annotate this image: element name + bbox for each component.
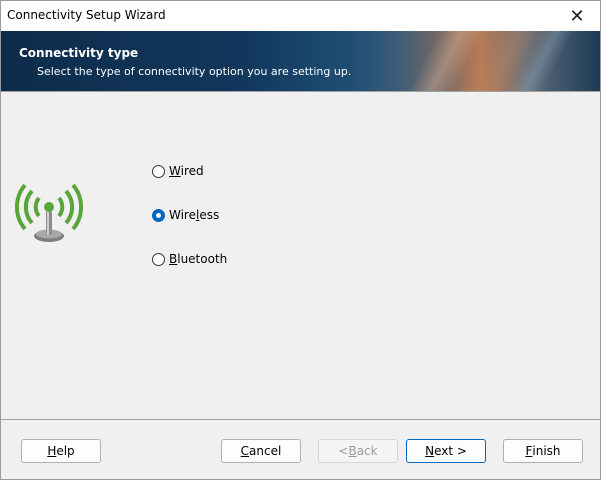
help-button[interactable]: Help	[21, 439, 101, 463]
title-bar: Connectivity Setup Wizard ✕	[1, 1, 600, 31]
radio-button[interactable]	[152, 164, 165, 178]
banner-subtitle: Select the type of connectivity option y…	[37, 65, 352, 78]
divider	[1, 91, 600, 92]
back-button[interactable]: < Back	[318, 439, 398, 463]
close-icon[interactable]: ✕	[554, 1, 600, 31]
banner-heading: Connectivity type	[19, 46, 139, 60]
finish-button[interactable]: Finish	[503, 439, 583, 463]
header-banner: Connectivity type Select the type of con…	[1, 31, 600, 91]
radio-label-bluetooth: Bluetooth	[169, 252, 228, 266]
radio-bluetooth[interactable]: Bluetooth	[152, 252, 227, 266]
cancel-button[interactable]: Cancel	[221, 439, 301, 463]
wizard-window: Connectivity Setup Wizard ✕ Connectivity…	[0, 0, 601, 480]
divider	[1, 419, 600, 420]
radio-button[interactable]	[152, 208, 165, 222]
radio-label-wired: Wired	[169, 164, 204, 178]
radio-button[interactable]	[152, 252, 165, 266]
window-title: Connectivity Setup Wizard	[7, 8, 166, 22]
next-button[interactable]: Next >	[406, 439, 486, 463]
radio-wired[interactable]: Wired	[152, 164, 204, 178]
wireless-antenna-icon	[14, 183, 84, 242]
radio-label-wireless: Wireless	[169, 208, 220, 222]
radio-wireless[interactable]: Wireless	[152, 208, 219, 222]
